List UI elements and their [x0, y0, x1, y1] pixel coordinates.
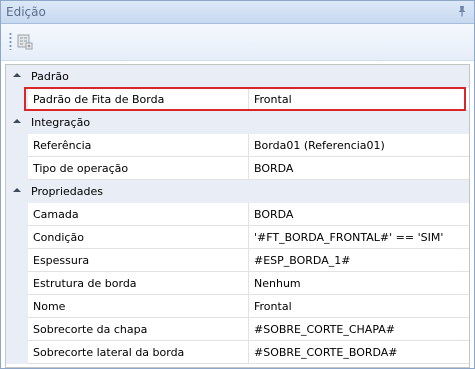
row-gutter	[6, 203, 28, 226]
property-row[interactable]: Referência Borda01 (Referencia01)	[6, 134, 469, 157]
property-value[interactable]: Borda01 (Referencia01)	[249, 134, 469, 157]
property-value[interactable]: '#FT_BORDA_FRONTAL#' == 'SIM'	[249, 226, 469, 249]
property-name: Tipo de operação	[28, 157, 249, 180]
property-value[interactable]: Frontal	[249, 88, 469, 111]
collapse-triangle-icon[interactable]	[12, 116, 22, 126]
property-value[interactable]: #SOBRE_CORTE_CHAPA#	[249, 318, 469, 341]
property-value[interactable]: #ESP_BORDA_1#	[249, 249, 469, 272]
row-gutter	[6, 318, 28, 341]
property-row[interactable]: Padrão de Fita de Borda Frontal	[6, 88, 469, 111]
add-property-icon[interactable]	[16, 33, 34, 51]
panel-titlebar: Edição	[1, 1, 474, 24]
property-row[interactable]: Estrutura de borda Nenhum	[6, 272, 469, 295]
row-gutter	[6, 134, 28, 157]
property-name: Camada	[28, 203, 249, 226]
property-name: Nome	[28, 295, 249, 318]
property-value[interactable]: Frontal	[249, 295, 469, 318]
row-gutter	[6, 341, 28, 364]
category-propriedades[interactable]: Propriedades	[6, 180, 469, 204]
property-name: Sobrecorte da chapa	[28, 318, 249, 341]
pin-icon[interactable]	[456, 5, 468, 17]
toolbar	[1, 24, 474, 61]
property-row[interactable]: Tipo de operação BORDA	[6, 157, 469, 180]
property-name: Estrutura de borda	[28, 272, 249, 295]
toolbar-grip[interactable]	[9, 32, 12, 50]
property-value[interactable]: BORDA	[249, 203, 469, 226]
property-name: Sobrecorte lateral da borda	[28, 341, 249, 364]
property-row[interactable]: Sobrecorte da chapa #SOBRE_CORTE_CHAPA#	[6, 318, 469, 341]
property-value[interactable]: BORDA	[249, 157, 469, 180]
row-gutter	[6, 295, 28, 318]
row-gutter	[6, 272, 28, 295]
panel-title: Edição	[6, 5, 46, 19]
property-value[interactable]: #SOBRE_CORTE_BORDA#	[249, 341, 469, 364]
property-name: Espessura	[28, 249, 249, 272]
property-row[interactable]: Espessura #ESP_BORDA_1#	[6, 249, 469, 272]
property-name: Padrão de Fita de Borda	[28, 88, 249, 111]
category-integracao[interactable]: Integração	[6, 111, 469, 135]
row-gutter	[6, 249, 28, 272]
row-gutter	[6, 226, 28, 249]
property-row[interactable]: Condição '#FT_BORDA_FRONTAL#' == 'SIM'	[6, 226, 469, 249]
category-padrao[interactable]: Padrão	[6, 65, 469, 89]
collapse-triangle-icon[interactable]	[12, 70, 22, 80]
property-row[interactable]: Camada BORDA	[6, 203, 469, 226]
category-label: Integração	[31, 116, 91, 129]
row-gutter	[6, 88, 28, 111]
category-label: Propriedades	[31, 185, 103, 198]
property-row[interactable]: Nome Frontal	[6, 295, 469, 318]
property-value[interactable]: Nenhum	[249, 272, 469, 295]
property-grid: Padrão Padrão de Fita de Borda Frontal I…	[5, 64, 470, 368]
property-row[interactable]: Sobrecorte lateral da borda #SOBRE_CORTE…	[6, 341, 469, 364]
row-gutter	[6, 157, 28, 180]
property-name: Referência	[28, 134, 249, 157]
collapse-triangle-icon[interactable]	[12, 185, 22, 195]
category-label: Padrão	[31, 70, 69, 83]
property-name: Condição	[28, 226, 249, 249]
